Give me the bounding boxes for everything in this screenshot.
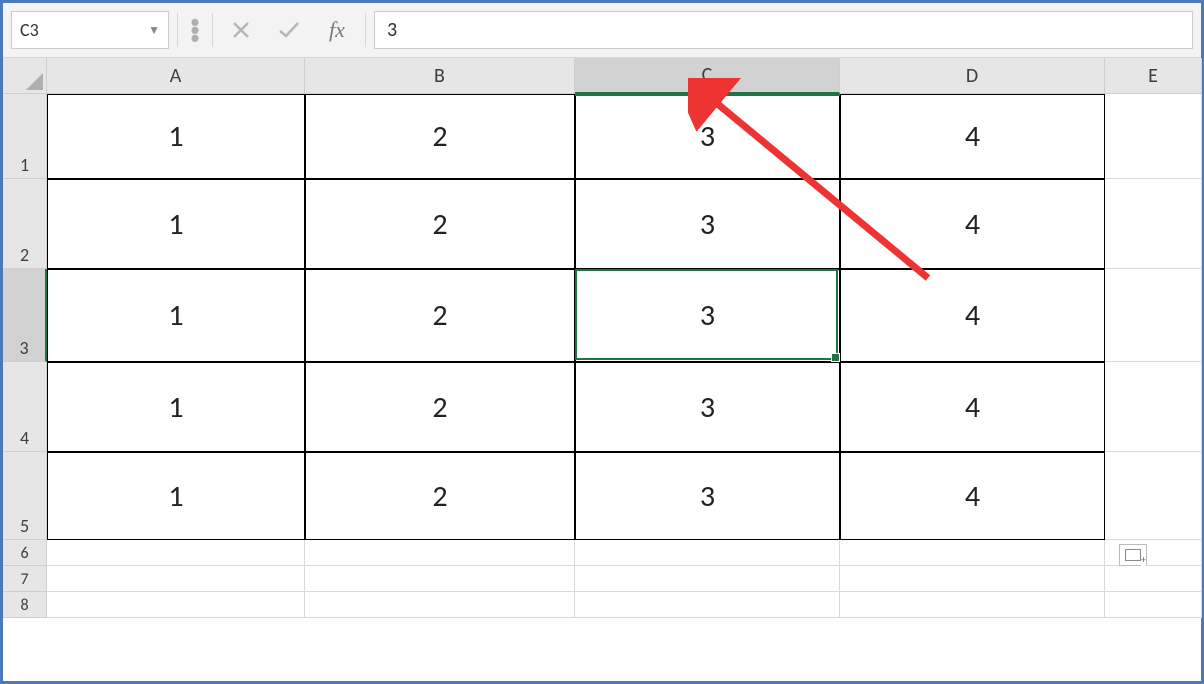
insert-function-button[interactable]: fx — [317, 12, 357, 48]
cell[interactable]: 1 — [47, 362, 305, 452]
cell[interactable] — [1105, 179, 1202, 269]
select-all-button[interactable] — [3, 58, 47, 94]
cancel-button — [221, 12, 261, 48]
row-header-2[interactable]: 2 — [3, 179, 47, 269]
column-headers: ABCDE — [47, 58, 1202, 94]
column-header-c[interactable]: C — [575, 58, 840, 94]
cell[interactable]: 4 — [840, 269, 1105, 362]
cell[interactable] — [1105, 592, 1202, 618]
cell[interactable]: 3 — [575, 179, 840, 269]
cell[interactable]: 2 — [305, 179, 575, 269]
quick-analysis-icon[interactable]: + — [1119, 544, 1147, 566]
cell[interactable]: 1 — [47, 269, 305, 362]
row-header-8[interactable]: 8 — [3, 592, 47, 618]
column-header-b[interactable]: B — [305, 58, 575, 94]
cell[interactable]: 3 — [575, 94, 840, 179]
cell[interactable] — [47, 566, 305, 592]
cell[interactable]: 3 — [575, 362, 840, 452]
row-header-4[interactable]: 4 — [3, 362, 47, 452]
cell[interactable]: 2 — [305, 94, 575, 179]
cell[interactable] — [47, 592, 305, 618]
row-header-5[interactable]: 5 — [3, 452, 47, 540]
cell[interactable] — [305, 592, 575, 618]
column-header-a[interactable]: A — [47, 58, 305, 94]
cell[interactable] — [305, 566, 575, 592]
x-icon — [232, 21, 250, 39]
cell[interactable]: 1 — [47, 179, 305, 269]
cell[interactable]: 1 — [47, 452, 305, 540]
cell[interactable] — [840, 540, 1105, 566]
cell[interactable]: 3 — [575, 452, 840, 540]
formula-bar: C3 ▼ ••• fx 3 — [3, 3, 1201, 58]
cell[interactable]: 4 — [840, 94, 1105, 179]
separator — [365, 13, 366, 47]
row-headers: 12345678 — [3, 94, 47, 618]
cell[interactable] — [1105, 362, 1202, 452]
row-header-1[interactable]: 1 — [3, 94, 47, 179]
column-header-e[interactable]: E — [1105, 58, 1202, 94]
formula-input[interactable]: 3 — [374, 11, 1193, 49]
column-header-d[interactable]: D — [840, 58, 1105, 94]
dropdown-caret-icon[interactable]: ▼ — [148, 23, 160, 38]
cell[interactable]: 2 — [305, 362, 575, 452]
cell[interactable]: 2 — [305, 269, 575, 362]
enter-button — [269, 12, 309, 48]
cell[interactable] — [575, 566, 840, 592]
separator — [212, 13, 213, 47]
cell[interactable] — [575, 592, 840, 618]
cell[interactable]: 2 — [305, 452, 575, 540]
name-box-value: C3 — [20, 19, 39, 41]
row-header-7[interactable]: 7 — [3, 566, 47, 592]
cell[interactable] — [840, 566, 1105, 592]
separator — [177, 13, 178, 47]
cell[interactable] — [840, 592, 1105, 618]
check-icon — [278, 21, 300, 39]
row-header-3[interactable]: 3 — [3, 269, 47, 362]
cell[interactable]: 1 — [47, 94, 305, 179]
name-box[interactable]: C3 ▼ — [11, 11, 169, 49]
formula-value: 3 — [387, 18, 397, 42]
cell[interactable]: 4 — [840, 362, 1105, 452]
fx-icon: fx — [329, 17, 345, 43]
cell[interactable] — [575, 540, 840, 566]
cell[interactable] — [1105, 269, 1202, 362]
cell[interactable] — [305, 540, 575, 566]
cell[interactable] — [47, 540, 305, 566]
vertical-dots-icon[interactable]: ••• — [186, 18, 204, 42]
cell[interactable] — [1105, 94, 1202, 179]
cell[interactable]: 4 — [840, 179, 1105, 269]
cell[interactable] — [1105, 566, 1202, 592]
row-header-6[interactable]: 6 — [3, 540, 47, 566]
cell[interactable] — [1105, 452, 1202, 540]
cell[interactable]: 4 — [840, 452, 1105, 540]
cell[interactable]: 3 — [575, 269, 840, 362]
